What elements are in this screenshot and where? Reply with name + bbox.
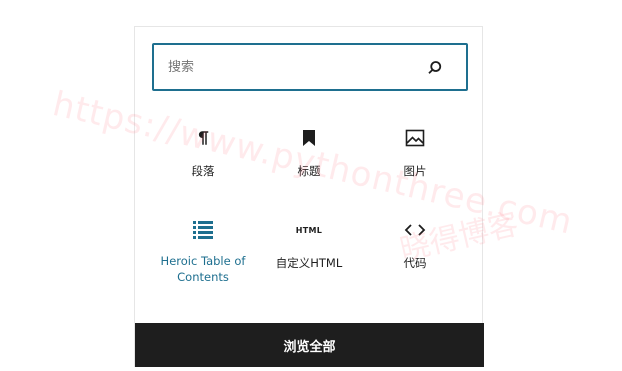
- code-icon: [357, 217, 473, 243]
- html-icon: HTML: [295, 225, 323, 235]
- paragraph-icon: [145, 125, 261, 151]
- block-label: Heroic Table of Contents: [160, 254, 246, 284]
- browse-all-button[interactable]: 浏览全部: [135, 323, 484, 367]
- block-label: 自定义HTML: [275, 256, 343, 270]
- search-input[interactable]: [168, 56, 418, 78]
- bookmark-icon: [251, 125, 367, 151]
- search-box: [152, 43, 468, 91]
- block-heading[interactable]: 标题: [251, 125, 367, 179]
- block-code[interactable]: 代码: [357, 217, 473, 271]
- block-label: 标题: [297, 164, 321, 178]
- block-image[interactable]: 图片: [357, 125, 473, 179]
- block-paragraph[interactable]: 段落: [145, 125, 261, 179]
- search-icon[interactable]: [426, 59, 444, 77]
- block-label: 图片: [403, 164, 427, 178]
- block-label: 代码: [403, 256, 427, 270]
- list-icon: [145, 217, 261, 243]
- block-inserter-panel: 段落 标题 图片: [134, 26, 484, 367]
- block-custom-html[interactable]: HTML 自定义HTML: [251, 217, 367, 271]
- image-icon: [357, 125, 473, 151]
- block-heroic-toc[interactable]: Heroic Table of Contents: [145, 217, 261, 285]
- block-label: 段落: [191, 164, 215, 178]
